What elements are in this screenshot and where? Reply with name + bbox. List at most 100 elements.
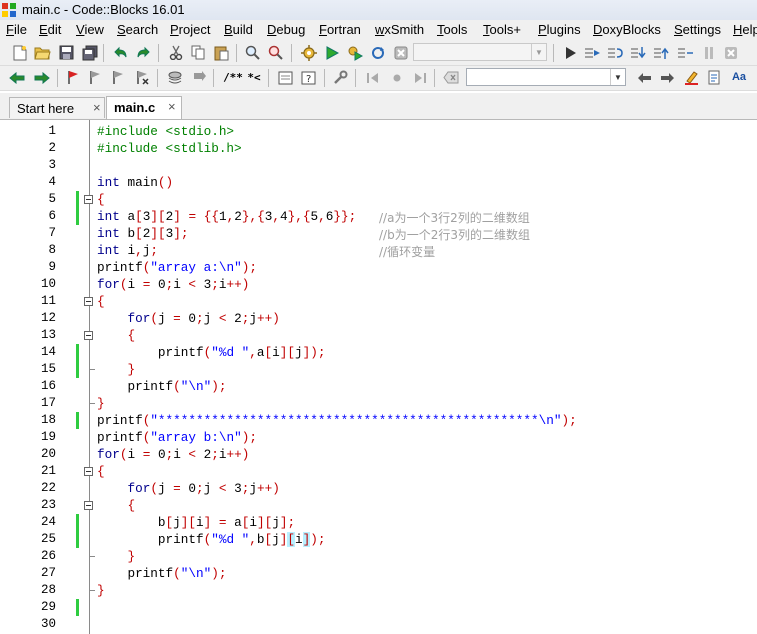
replace-icon[interactable] (267, 44, 284, 61)
code-text: for(i = 0;i < 2;i++) (97, 447, 250, 462)
symbol-select[interactable]: ▼ (466, 68, 626, 86)
redo-icon[interactable] (135, 44, 152, 61)
line-number: 12 (40, 311, 56, 325)
line-number: 7 (48, 226, 56, 240)
menu-file[interactable]: File (6, 22, 27, 37)
change-marker (76, 361, 79, 378)
code-editor[interactable]: 1 #include <stdio.h> 2 #include <stdlib.… (0, 119, 757, 634)
build-run-icon[interactable] (346, 44, 363, 61)
menu-project[interactable]: Project (170, 22, 210, 37)
code-text: printf("array a:\n"); (97, 260, 257, 275)
font-icon[interactable]: Aa (729, 69, 749, 86)
prev-error-icon[interactable] (364, 69, 381, 86)
paste-icon[interactable] (213, 44, 230, 61)
jump-forward-icon[interactable] (659, 69, 676, 86)
jump-back-icon[interactable] (636, 69, 653, 86)
fold-toggle[interactable] (84, 297, 93, 306)
close-icon[interactable]: × (168, 99, 176, 114)
next-bookmark-icon[interactable] (110, 69, 127, 86)
clear-bookmarks-icon[interactable] (134, 69, 151, 86)
save-icon[interactable] (58, 44, 75, 61)
menu-build[interactable]: Build (224, 22, 253, 37)
highlight-icon[interactable] (683, 69, 700, 86)
code-line: 10 for(i = 0;i < 3;i++) (0, 276, 757, 293)
code-comment: //a为一个3行2列的二维数组 (379, 211, 530, 225)
toolbar-separator (291, 44, 292, 62)
code-comment: //b为一个2行3列的二维数组 (379, 228, 530, 242)
code-line: 25 printf("%d ",b[j][i]); (0, 531, 757, 548)
debug-continue-icon[interactable] (561, 44, 578, 61)
wrench-icon[interactable] (332, 69, 349, 86)
toolbar-separator (553, 44, 554, 62)
line-number: 16 (40, 379, 56, 393)
back-arrow-icon[interactable] (8, 69, 25, 86)
menu-debug[interactable]: Debug (267, 22, 305, 37)
line-number: 6 (48, 209, 56, 223)
menu-view[interactable]: View (76, 22, 104, 37)
fold-toggle[interactable] (84, 195, 93, 204)
open-icon[interactable] (34, 44, 51, 61)
fold-toggle[interactable] (84, 331, 93, 340)
menu-doxyblocks[interactable]: DoxyBlocks (593, 22, 661, 37)
comment-block-button[interactable]: /** (222, 69, 244, 86)
jump-icon[interactable] (190, 69, 207, 86)
clear-errors-icon[interactable] (442, 69, 459, 86)
menu-plugins[interactable]: Plugins (538, 22, 581, 37)
line-number: 25 (40, 532, 56, 546)
line-number: 19 (40, 430, 56, 444)
step-into-icon[interactable] (630, 44, 647, 61)
spellcheck-icon[interactable] (706, 69, 723, 86)
find-icon[interactable] (244, 44, 261, 61)
help-doc-icon[interactable]: ? (300, 69, 317, 86)
prev-bookmark-icon[interactable] (87, 69, 104, 86)
menu-help[interactable]: Help (733, 22, 757, 37)
copy-icon[interactable] (190, 44, 207, 61)
menu-search[interactable]: Search (117, 22, 158, 37)
next-line-icon[interactable] (607, 44, 624, 61)
next-instruction-icon[interactable] (677, 44, 694, 61)
menu-tools-plus[interactable]: Tools+ (483, 22, 521, 37)
run-icon[interactable] (323, 44, 340, 61)
code-text: } (97, 583, 105, 598)
toolbar-separator (213, 69, 214, 87)
code-text: printf("********************************… (97, 413, 577, 428)
menu-settings[interactable]: Settings (674, 22, 721, 37)
menu-bar: File Edit View Search Project Build Debu… (0, 20, 757, 42)
code-line: 27 printf("\n"); (0, 565, 757, 582)
close-icon[interactable]: × (93, 100, 101, 115)
pause-icon[interactable] (700, 44, 717, 61)
cut-icon[interactable] (167, 44, 184, 61)
forward-arrow-icon[interactable] (33, 69, 50, 86)
fold-end-marker (89, 369, 95, 370)
stop-debug-icon[interactable] (722, 44, 739, 61)
run-to-cursor-icon[interactable] (584, 44, 601, 61)
comment-line-button[interactable]: *< (246, 69, 262, 86)
menu-edit[interactable]: Edit (39, 22, 61, 37)
doxywizard-icon[interactable] (277, 69, 294, 86)
new-file-icon[interactable] (11, 44, 28, 61)
menu-tools[interactable]: Tools (437, 22, 467, 37)
abort-icon[interactable] (392, 44, 409, 61)
bookmark-icon[interactable] (64, 69, 81, 86)
toolbar-separator (103, 44, 104, 62)
step-out-icon[interactable] (653, 44, 670, 61)
next-error-icon[interactable] (411, 69, 428, 86)
layers-icon[interactable] (166, 69, 183, 86)
error-dot-icon[interactable] (388, 69, 405, 86)
fold-end-marker (89, 403, 95, 404)
rebuild-icon[interactable] (369, 44, 386, 61)
save-all-icon[interactable] (81, 44, 98, 61)
menu-fortran[interactable]: Fortran (319, 22, 361, 37)
chevron-down-icon: ▼ (531, 44, 546, 60)
code-text: printf("\n"); (97, 379, 227, 394)
line-number: 9 (48, 260, 56, 274)
fold-toggle[interactable] (84, 501, 93, 510)
change-marker (76, 208, 79, 225)
tab-start-here[interactable]: Start here × (9, 97, 105, 118)
build-icon[interactable] (300, 44, 317, 61)
build-target-select[interactable]: ▼ (413, 43, 547, 61)
undo-icon[interactable] (111, 44, 128, 61)
fold-toggle[interactable] (84, 467, 93, 476)
menu-wxsmith[interactable]: wxSmith (375, 22, 424, 37)
tab-main-c[interactable]: main.c × (106, 96, 182, 119)
